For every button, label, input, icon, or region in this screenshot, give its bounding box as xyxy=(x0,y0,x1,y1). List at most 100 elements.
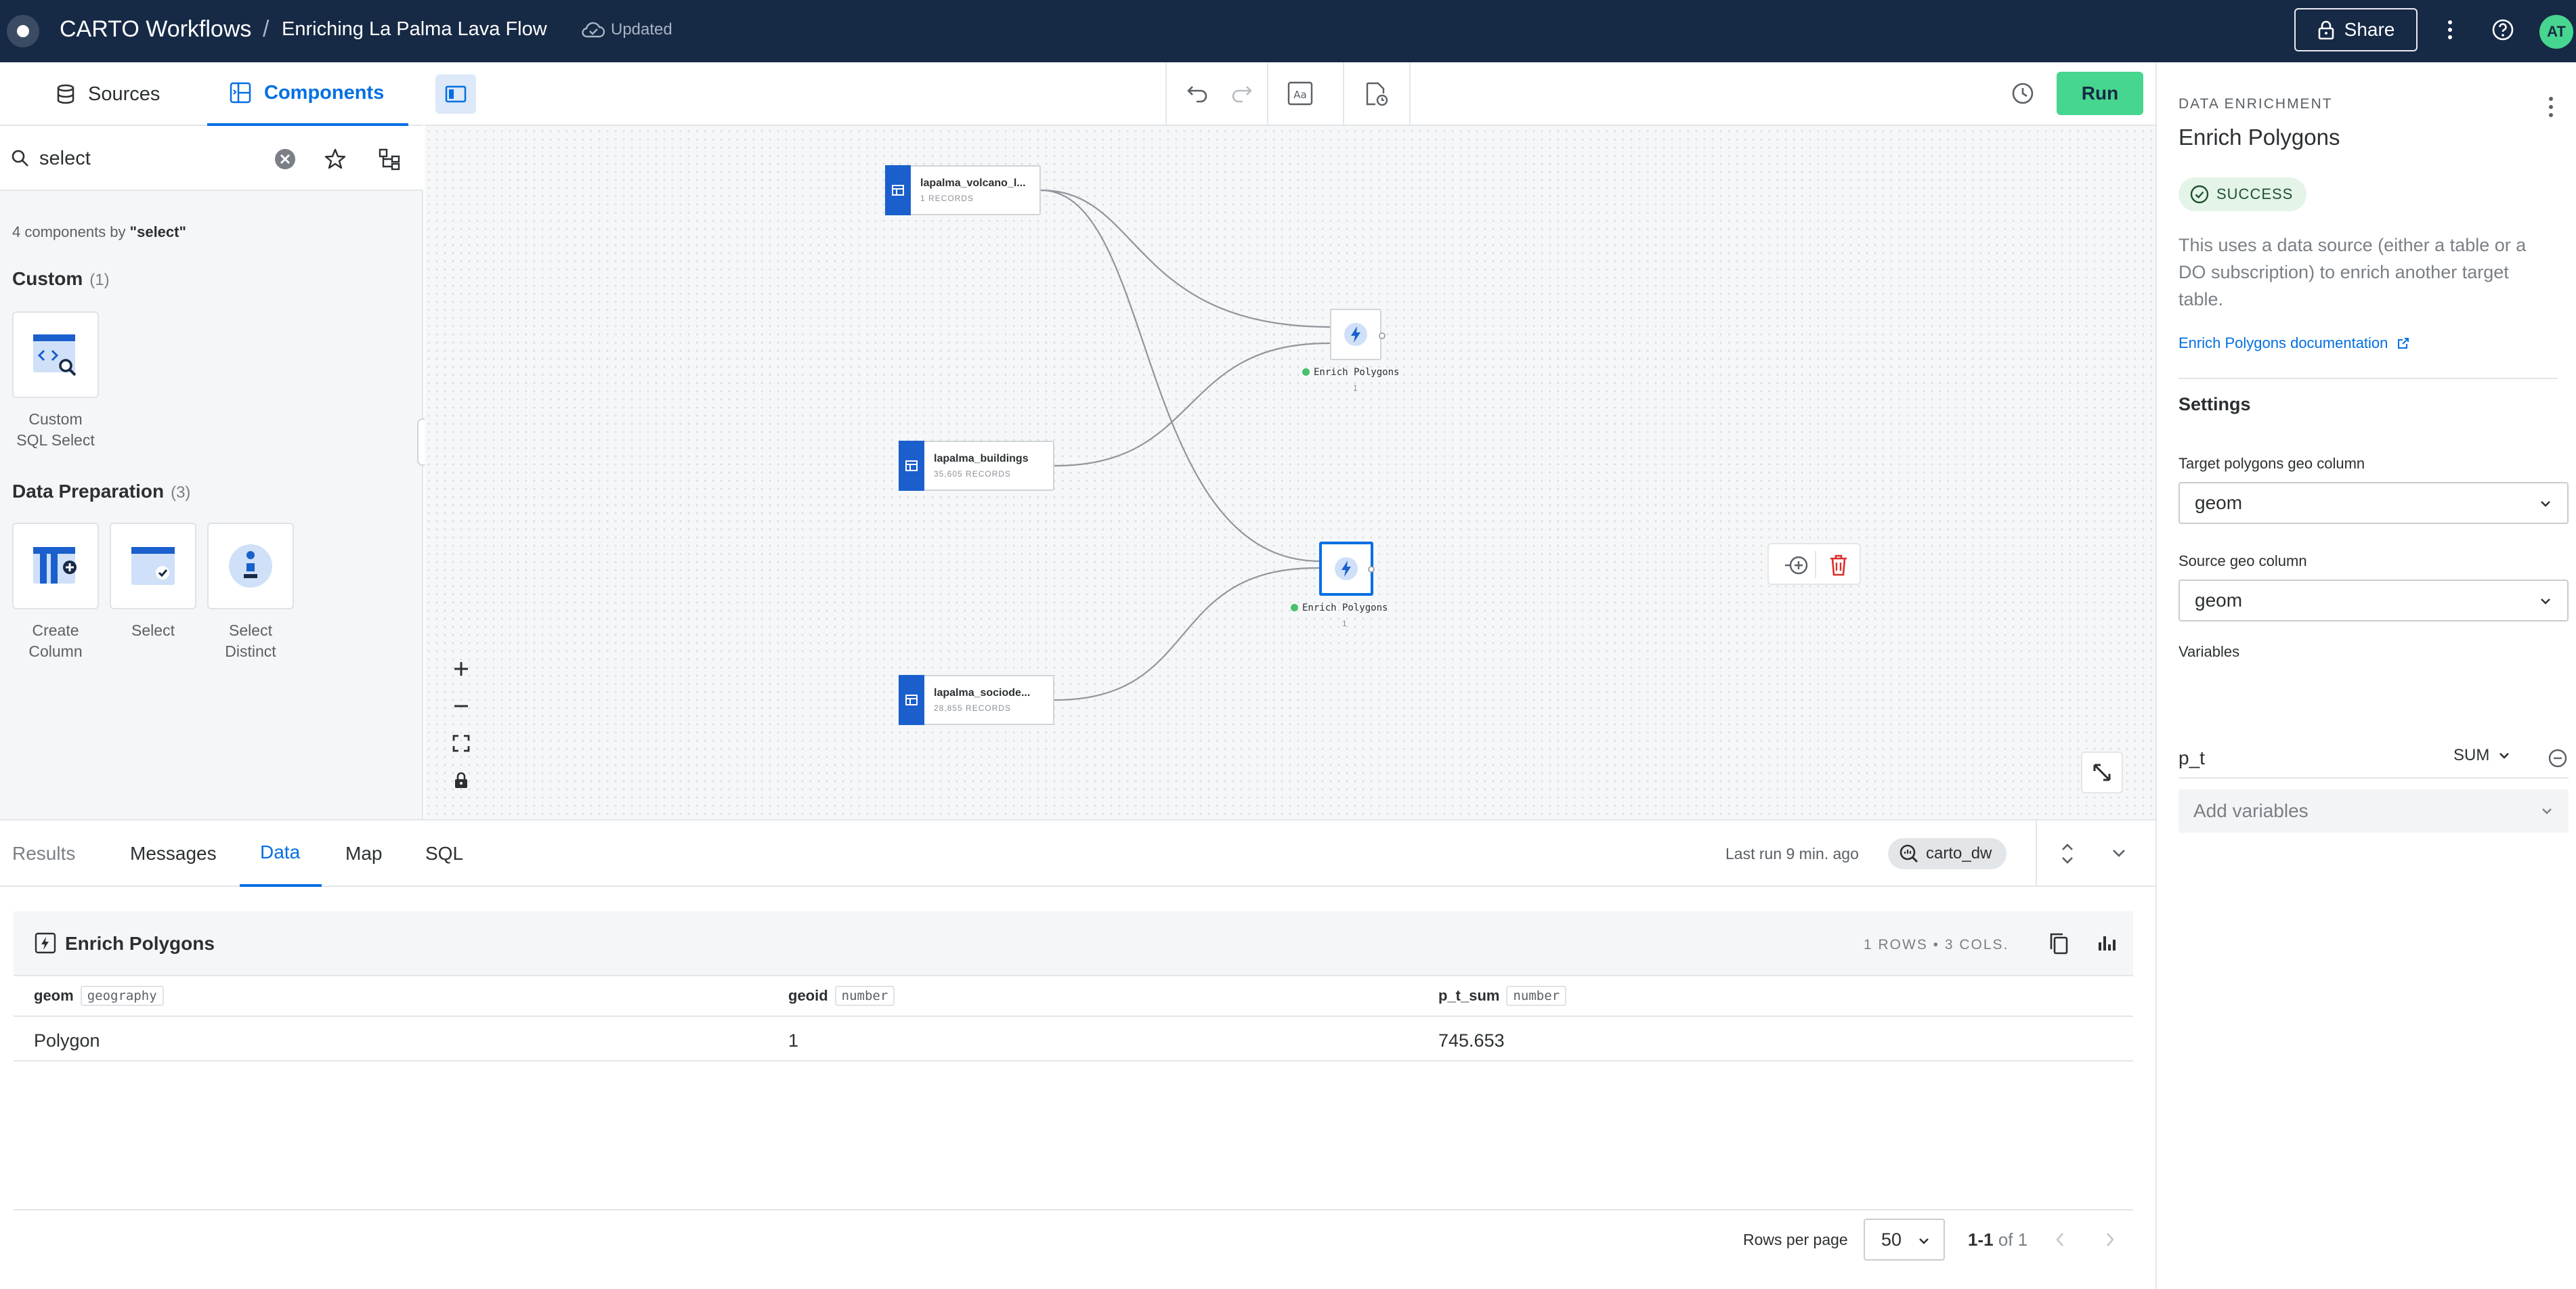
source-node-buildings[interactable]: lapalma_buildings 35,605 RECORDS xyxy=(899,441,1054,491)
column-header-geoid[interactable]: geoid number xyxy=(788,986,895,1006)
app-name[interactable]: CARTO Workflows xyxy=(60,16,251,43)
column-header-geom[interactable]: geom geography xyxy=(34,986,164,1006)
label-line2: SQL Select xyxy=(16,431,95,449)
search-input[interactable] xyxy=(39,145,256,172)
component-select-distinct-tile[interactable] xyxy=(207,523,294,609)
star-icon[interactable] xyxy=(324,148,347,171)
source-node-volcano[interactable]: lapalma_volcano_l... 1 RECORDS xyxy=(885,165,1041,215)
component-select-tile[interactable] xyxy=(110,523,196,609)
node-title: lapalma_volcano_l... xyxy=(920,177,1026,189)
zoom-in-button[interactable] xyxy=(440,650,482,687)
variable-row: p_t SUM xyxy=(2178,741,2569,779)
node-records: 35,605 RECORDS xyxy=(934,469,1012,479)
documentation-link[interactable]: Enrich Polygons documentation xyxy=(2178,334,2410,352)
tab-messages[interactable]: Messages xyxy=(130,821,217,887)
section-custom-count: (1) xyxy=(89,271,110,289)
remove-variable-icon[interactable] xyxy=(2547,747,2569,769)
component-create-column-tile[interactable] xyxy=(12,523,99,609)
rows-per-page-select[interactable]: 50 xyxy=(1864,1219,1945,1261)
database-icon xyxy=(57,84,74,104)
clear-search-icon[interactable] xyxy=(274,148,297,171)
delete-icon[interactable] xyxy=(1828,554,1849,577)
workflow-name[interactable]: Enriching La Palma Lava Flow xyxy=(282,18,547,41)
results-tabs: Results Messages Data Map SQL Last run 9… xyxy=(0,821,2155,887)
collapse-chevron-icon[interactable] xyxy=(2110,846,2128,860)
more-vertical-icon[interactable] xyxy=(2544,95,2558,119)
tree-view-icon[interactable] xyxy=(378,148,401,171)
prev-page-icon[interactable] xyxy=(2053,1231,2067,1248)
tab-components-label: Components xyxy=(264,81,385,104)
zoom-out-button[interactable] xyxy=(440,687,482,724)
node-text: lapalma_buildings 35,605 RECORDS xyxy=(934,453,1029,479)
range-value: 1-1 xyxy=(1968,1229,1994,1250)
documentation-link-text[interactable]: Enrich Polygons documentation xyxy=(2178,334,2388,351)
component-custom-sql-select-tile[interactable] xyxy=(12,311,99,398)
resize-vertical-icon[interactable] xyxy=(2059,842,2076,865)
minus-icon xyxy=(454,705,468,707)
add-variables-select[interactable]: Add variables xyxy=(2178,789,2569,833)
tab-data[interactable]: Data xyxy=(240,821,322,887)
tab-map[interactable]: Map xyxy=(345,821,382,887)
check-circle-icon xyxy=(2190,185,2209,204)
target-column-label: Target polygons geo column xyxy=(2178,455,2365,472)
help-icon[interactable] xyxy=(2489,16,2516,43)
divider xyxy=(2178,378,2558,379)
next-page-icon[interactable] xyxy=(2103,1231,2117,1248)
carto-logo-icon[interactable] xyxy=(7,15,39,47)
enrich-node-2-index: 1 xyxy=(1342,619,1347,628)
lock-canvas-button[interactable] xyxy=(440,762,482,799)
add-variables-placeholder: Add variables xyxy=(2193,800,2309,821)
left-panel: Sources Components select 4 components b… xyxy=(0,62,423,819)
add-node-icon[interactable] xyxy=(1784,554,1811,577)
connection-badge[interactable]: carto_dw xyxy=(1888,838,2007,869)
zoom-controls xyxy=(440,650,482,799)
label-line2: Column xyxy=(28,642,83,660)
copy-icon[interactable] xyxy=(2048,932,2069,956)
section-data-prep-count: (3) xyxy=(171,483,191,502)
aggregation-select[interactable]: SUM xyxy=(2453,746,2511,765)
source-node-sociodemographics[interactable]: lapalma_sociode... 28,855 RECORDS xyxy=(899,675,1054,725)
panel-title: Enrich Polygons xyxy=(2178,125,2340,150)
output-port-icon[interactable] xyxy=(1378,332,1386,340)
tab-components[interactable]: Components xyxy=(207,62,409,126)
enrich-node-2[interactable] xyxy=(1319,542,1373,596)
pagination-range: 1-1 of 1 xyxy=(1968,1229,2027,1250)
tab-sources-label: Sources xyxy=(88,83,160,105)
select-icon xyxy=(131,547,175,585)
source-column-select[interactable]: geom xyxy=(2178,580,2569,621)
component-select[interactable]: Select xyxy=(110,523,196,641)
success-dot-icon xyxy=(1291,604,1298,611)
node-title: lapalma_buildings xyxy=(934,453,1029,464)
workflow-canvas[interactable]: Aa Run lapalma_volcano_l... 1 RECORDS la… xyxy=(425,62,2155,819)
tab-results[interactable]: Results xyxy=(12,821,75,887)
lock-icon xyxy=(2318,20,2334,40)
column-header-p-t-sum[interactable]: p_t_sum number xyxy=(1438,986,1567,1006)
more-vertical-icon[interactable] xyxy=(2437,16,2464,43)
lock-icon xyxy=(455,772,467,788)
results-panel: Results Messages Data Map SQL Last run 9… xyxy=(0,819,2155,1289)
tab-sql[interactable]: SQL xyxy=(425,821,463,887)
label-line1: Create xyxy=(32,621,79,639)
component-custom-sql-select[interactable]: Custom SQL Select xyxy=(12,311,99,451)
expand-canvas-button[interactable] xyxy=(2081,751,2123,793)
bar-chart-icon[interactable] xyxy=(2097,933,2117,953)
share-button[interactable]: Share xyxy=(2294,8,2418,51)
component-select-label: Select xyxy=(110,620,196,641)
search-icon xyxy=(12,150,28,167)
enrich-node-1[interactable] xyxy=(1330,309,1381,360)
user-avatar[interactable]: AT xyxy=(2539,15,2573,49)
table-meta: 1 ROWS • 3 COLS. xyxy=(1864,937,2009,953)
node-text: lapalma_volcano_l... 1 RECORDS xyxy=(920,177,1026,203)
fit-view-button[interactable] xyxy=(440,724,482,762)
table-icon xyxy=(885,165,911,215)
target-column-select[interactable]: geom xyxy=(2178,482,2569,524)
tab-sources[interactable]: Sources xyxy=(56,62,160,126)
divider xyxy=(2036,821,2037,886)
chevron-down-icon xyxy=(2499,753,2510,759)
section-data-prep-title: Data Preparation (3) xyxy=(12,481,191,502)
table-cell: 1 xyxy=(788,1030,799,1051)
component-select-distinct[interactable]: Select Distinct xyxy=(207,523,294,662)
breadcrumb-separator: / xyxy=(263,16,270,42)
output-port-icon[interactable] xyxy=(1367,565,1375,573)
component-create-column[interactable]: Create Column xyxy=(12,523,99,662)
